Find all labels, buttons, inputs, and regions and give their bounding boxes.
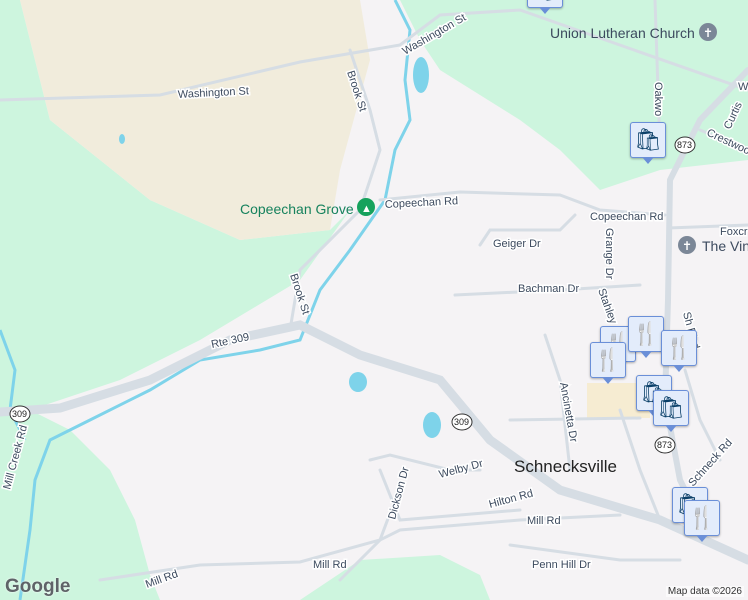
road-label: Copeechan Rd [590, 211, 663, 223]
route-shield-873: 873 [674, 136, 696, 154]
route-shield-309: 309 [9, 405, 31, 423]
road-label: Schneck Rd [686, 437, 735, 489]
road-label: Penn Hill Dr [532, 559, 591, 571]
road-label: Brook St [287, 272, 311, 316]
road-label: Geiger Dr [493, 238, 541, 250]
svg-text:873: 873 [657, 440, 672, 450]
road-label: Oakwo [652, 82, 664, 116]
poi-label: The Vin [702, 238, 748, 254]
restaurant-icon[interactable]: 🍴 [661, 330, 697, 372]
road-label: Copeechan Rd [385, 195, 459, 211]
map-canvas[interactable]: Washington St Washington St Union Luther… [0, 0, 748, 600]
road-label: W [738, 81, 748, 93]
pond [413, 57, 429, 93]
road-label: Ancinetta Dr [557, 381, 579, 443]
pond [119, 134, 125, 144]
svg-text:309: 309 [12, 409, 27, 419]
route-shield-873: 873 [654, 436, 676, 454]
road-label: Bachman Dr [518, 283, 579, 295]
restaurant-icon[interactable]: 🍴 [628, 316, 664, 358]
poi-label: Union Lutheran Church [550, 25, 695, 41]
svg-text:309: 309 [454, 417, 469, 427]
restaurant-icon[interactable]: 🍴 [684, 500, 720, 542]
restaurant-icon[interactable]: 🍴 [590, 342, 626, 384]
road-label: Grange Dr [603, 228, 615, 280]
shopping-bag-icon[interactable]: 🛍 [630, 122, 666, 164]
google-logo: Google [5, 576, 71, 597]
town-label: Schnecksville [514, 457, 617, 476]
route-shield-309: 309 [451, 413, 473, 431]
shopping-bag-icon[interactable]: 🛍 [653, 390, 689, 432]
road-label: Welby Dr [438, 458, 485, 481]
church-icon: ✝ [703, 26, 713, 40]
shopping-bag-icon[interactable]: 🛍 [527, 0, 563, 14]
road-label: Mill Rd [527, 515, 561, 527]
road-label: Mill Rd [313, 559, 347, 571]
pond [349, 372, 367, 392]
road-label: Foxcr [720, 226, 748, 238]
road-label: Stahley [595, 287, 619, 326]
road-label: Rte 309 [210, 331, 250, 351]
poi-label: Copeechan Grove [240, 201, 354, 217]
map-attribution[interactable]: Map data ©2026 [665, 586, 744, 597]
park-icon: ▲ [361, 203, 372, 215]
pond [423, 412, 441, 438]
svg-text:873: 873 [677, 140, 692, 150]
church-icon: ✝ [682, 239, 692, 253]
road-label: Hilton Rd [488, 488, 535, 511]
